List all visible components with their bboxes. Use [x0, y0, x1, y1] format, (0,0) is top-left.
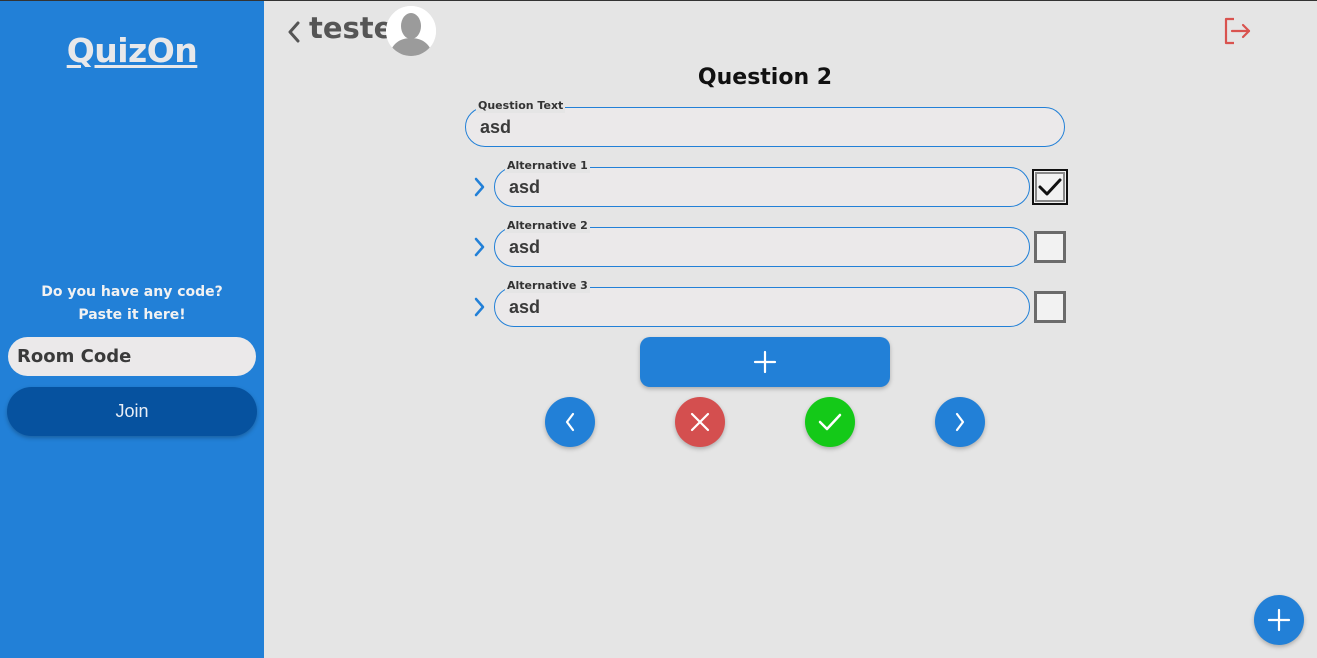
alternative-2-field[interactable]: Alternative 2 [494, 219, 1030, 267]
code-prompt: Do you have any code? Paste it here! [0, 281, 264, 327]
question-text-label: Question Text [476, 99, 566, 113]
join-button[interactable]: Join [7, 387, 257, 436]
alternative-1-field[interactable]: Alternative 1 [494, 159, 1030, 207]
alternative-2-input[interactable] [509, 236, 937, 258]
room-code-input[interactable] [8, 337, 256, 376]
chevron-right-icon [474, 297, 485, 317]
chevron-right-icon [474, 237, 485, 257]
question-text-field[interactable]: Question Text [465, 99, 1065, 147]
chevron-right-icon [955, 412, 965, 432]
code-prompt-line1: Do you have any code? [41, 284, 223, 300]
check-icon [1038, 178, 1062, 196]
avatar[interactable] [386, 6, 436, 56]
save-question-button[interactable] [805, 397, 855, 447]
logout-icon [1224, 17, 1251, 45]
chevron-right-icon [474, 177, 485, 197]
plus-icon [753, 350, 777, 374]
delete-question-button[interactable] [675, 397, 725, 447]
alternative-2-correct-checkbox[interactable] [1034, 231, 1066, 263]
expand-alternative-1-button[interactable] [471, 175, 487, 199]
brand-logo[interactable]: QuizOn [0, 31, 264, 70]
question-text-input[interactable] [480, 116, 959, 138]
chevron-left-icon [565, 412, 575, 432]
alternative-2-label: Alternative 2 [505, 219, 590, 233]
alternative-3-correct-checkbox[interactable] [1034, 291, 1066, 323]
next-question-button[interactable] [935, 397, 985, 447]
chevron-left-icon [288, 21, 300, 43]
previous-question-button[interactable] [545, 397, 595, 447]
add-alternative-button[interactable] [640, 337, 890, 387]
close-icon [690, 412, 710, 432]
sidebar: QuizOn Do you have any code? Paste it he… [0, 1, 264, 658]
back-button[interactable] [284, 15, 304, 49]
alternative-3-input[interactable] [509, 296, 937, 318]
alternative-1-label: Alternative 1 [505, 159, 590, 173]
logout-button[interactable] [1221, 15, 1253, 47]
plus-icon [1267, 608, 1291, 632]
expand-alternative-3-button[interactable] [471, 295, 487, 319]
question-title: Question 2 [697, 65, 833, 90]
expand-alternative-2-button[interactable] [471, 235, 487, 259]
code-prompt-line2: Paste it here! [78, 307, 186, 323]
user-name: teste [309, 11, 394, 45]
alternative-1-input[interactable] [509, 176, 937, 198]
alternative-1-correct-checkbox[interactable] [1032, 169, 1068, 205]
alternative-3-field[interactable]: Alternative 3 [494, 279, 1030, 327]
alternative-3-label: Alternative 3 [505, 279, 590, 293]
add-question-fab[interactable] [1254, 595, 1304, 645]
avatar-icon [386, 6, 436, 56]
check-icon [818, 413, 842, 431]
